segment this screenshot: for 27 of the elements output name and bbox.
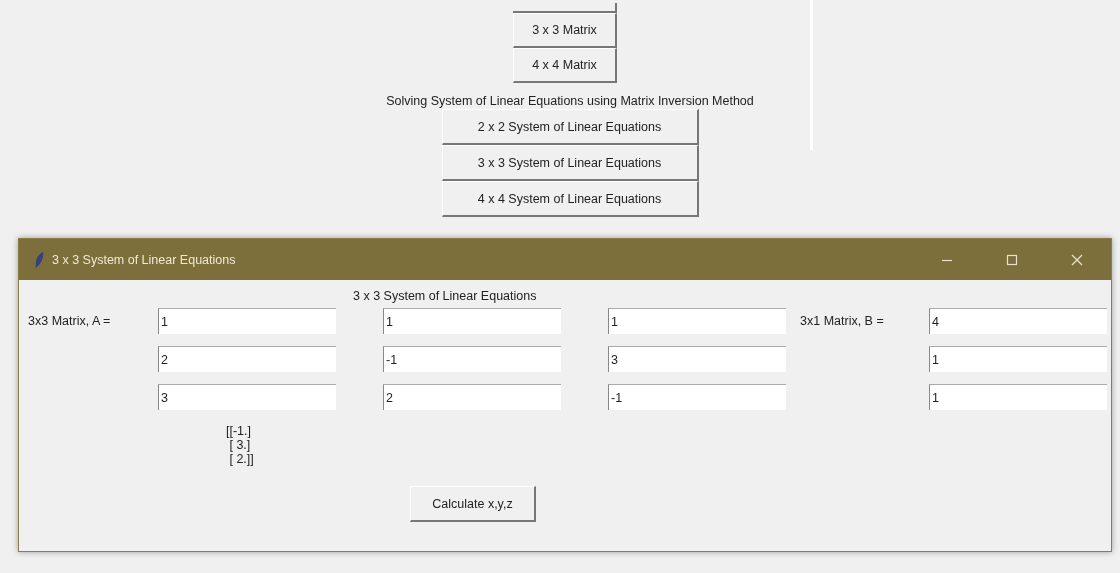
- matrix-entry-field[interactable]: 3: [608, 346, 786, 372]
- matrix-entry-field[interactable]: 1: [608, 308, 786, 334]
- matrix-button[interactable]: 4 x 4 Matrix: [513, 48, 617, 83]
- matrix-entry-field[interactable]: -1: [608, 384, 786, 410]
- matrix-a-label: 3x3 Matrix, A =: [28, 314, 112, 328]
- matrix-entry-field[interactable]: -1: [383, 346, 561, 372]
- matrix-button[interactable]: 3 x 3 Matrix: [513, 13, 617, 48]
- system-button[interactable]: 3 x 3 System of Linear Equations: [441, 145, 699, 181]
- dialog-heading: 3 x 3 System of Linear Equations: [353, 288, 538, 304]
- calculate-button[interactable]: Calculate x,y,z: [410, 486, 536, 522]
- close-icon[interactable]: [1071, 253, 1083, 266]
- maximize-icon[interactable]: [1006, 253, 1018, 266]
- system-button[interactable]: 4 x 4 System of Linear Equations: [441, 181, 699, 217]
- matrix-entry-field[interactable]: 1: [929, 346, 1107, 372]
- feather-icon: [33, 250, 45, 269]
- window-title: 3 x 3 System of Linear Equations: [52, 252, 236, 267]
- section-label: Solving System of Linear Equations using Matrix Inversion Method: [386, 93, 754, 109]
- matrix-entry-field[interactable]: 1: [383, 308, 561, 334]
- matrix-entry-field[interactable]: 1: [929, 384, 1107, 410]
- matrix-entry-field[interactable]: 1: [158, 308, 336, 334]
- matrix-entry-field[interactable]: 2: [158, 346, 336, 372]
- system-button[interactable]: 2 x 2 System of Linear Equations: [441, 109, 699, 145]
- matrix-entry-field[interactable]: 4: [929, 308, 1107, 334]
- result-text: [[-1.] [ 3.] [ 2.]]: [226, 424, 254, 466]
- matrix-entry-field[interactable]: 2: [383, 384, 561, 410]
- matrix-b-label: 3x1 Matrix, B =: [799, 314, 885, 328]
- matrix-entry-field[interactable]: 3: [158, 384, 336, 410]
